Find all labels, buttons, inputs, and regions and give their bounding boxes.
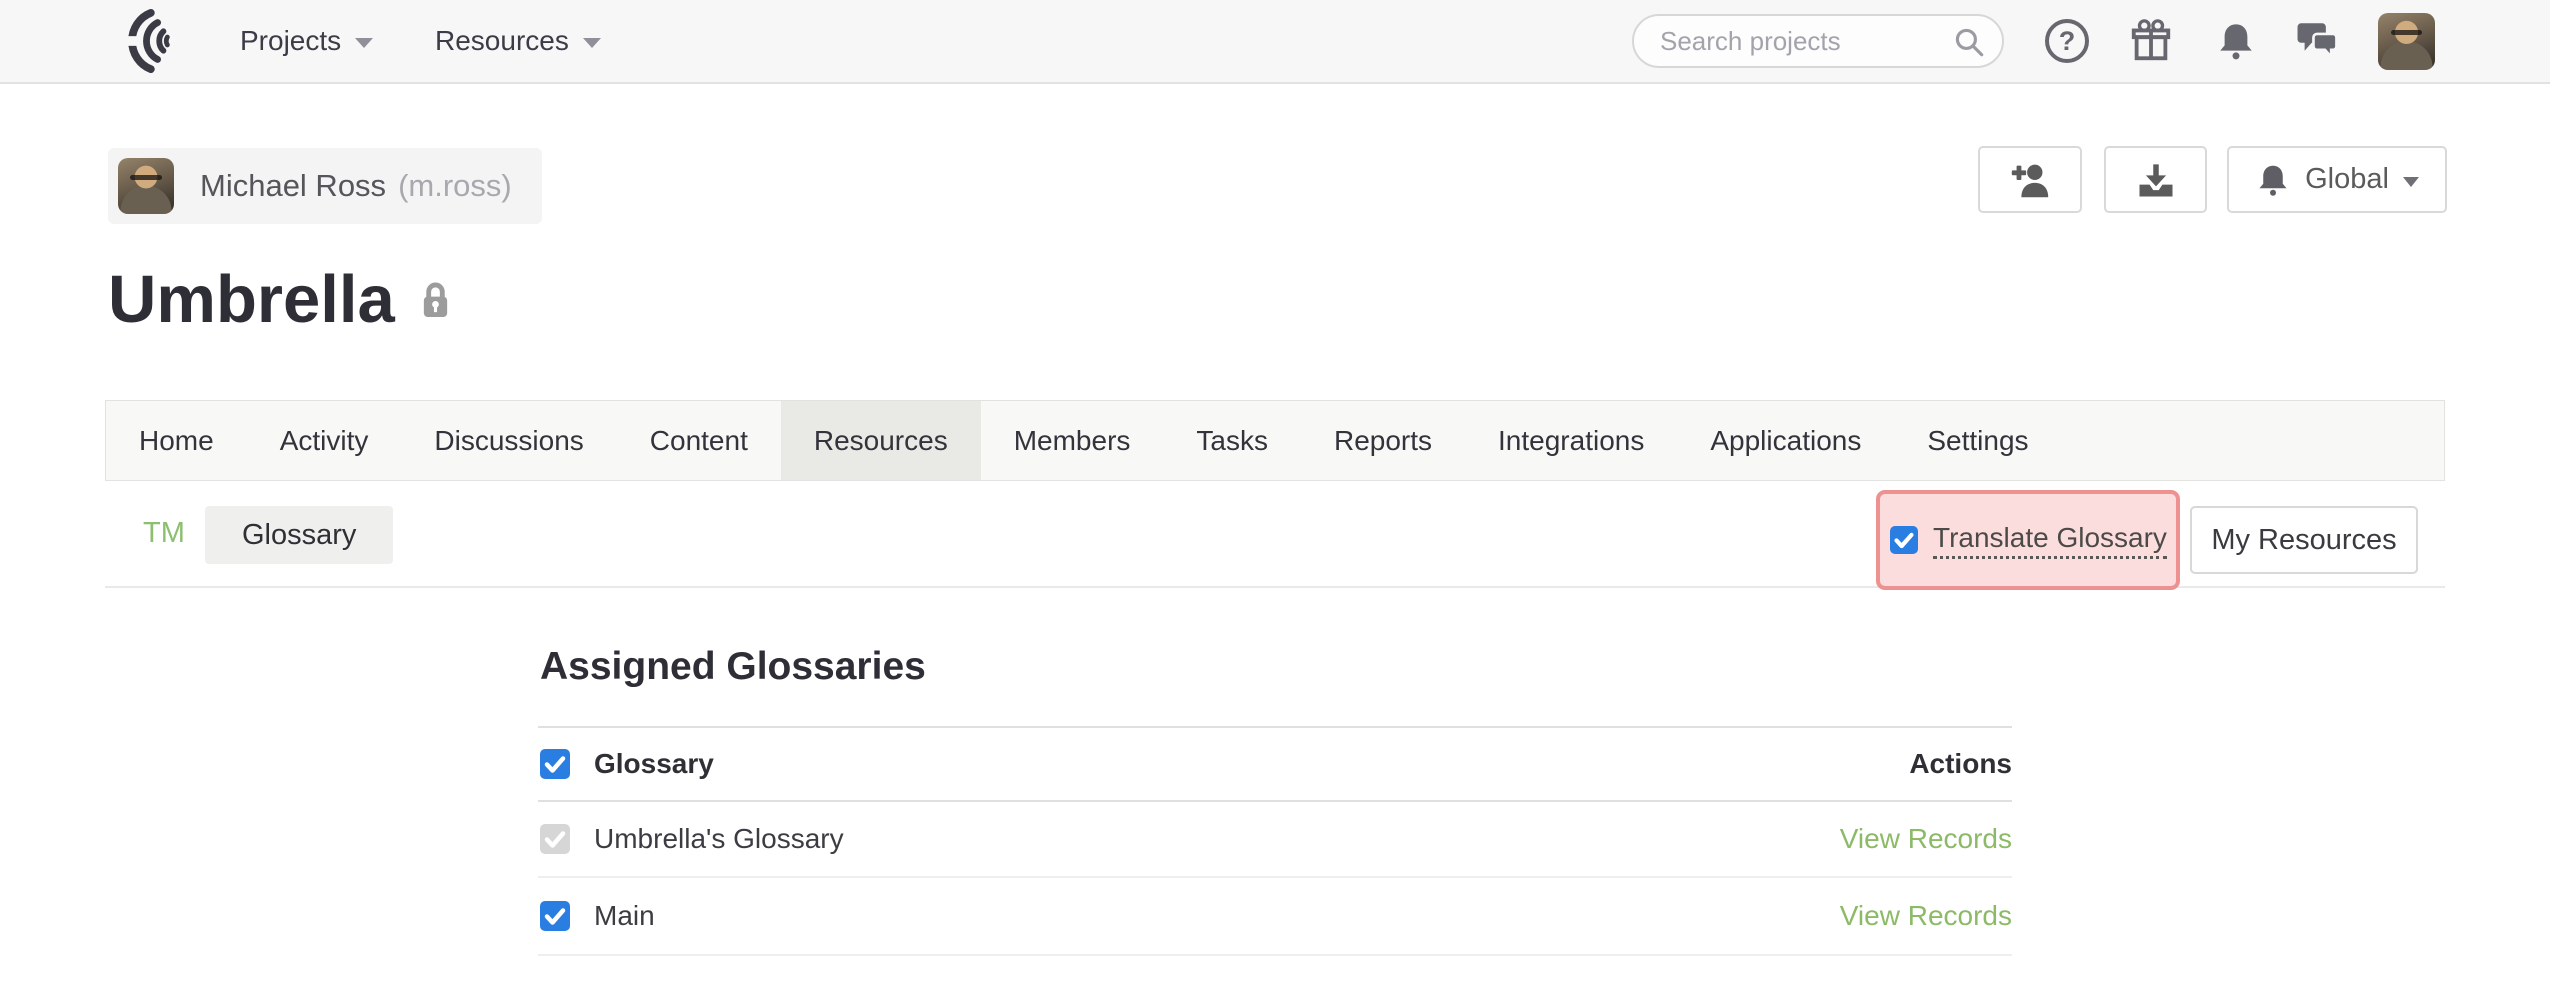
assigned-glossaries-heading: Assigned Glossaries — [540, 645, 926, 689]
notification-scope-dropdown[interactable]: Global — [2227, 146, 2447, 213]
subnav-tm-link[interactable]: TM — [143, 481, 185, 586]
tab-settings[interactable]: Settings — [1894, 401, 2061, 480]
translate-glossary-highlight: Translate Glossary — [1876, 490, 2180, 590]
search-icon[interactable] — [1952, 25, 1988, 61]
project-search — [1632, 14, 2004, 68]
title-row: Umbrella — [108, 258, 452, 342]
download-icon — [2134, 158, 2178, 202]
glossary-name: Main — [594, 900, 655, 932]
nav-resources-label: Resources — [435, 25, 569, 57]
tab-members[interactable]: Members — [981, 401, 1164, 480]
checkmark-icon — [540, 749, 570, 779]
project-tabs: Home Activity Discussions Content Resour… — [105, 400, 2445, 481]
checkmark-icon — [540, 901, 570, 931]
column-header-actions: Actions — [1909, 748, 2012, 780]
nav-projects-menu[interactable]: Projects — [240, 0, 373, 82]
project-owner-chip[interactable]: Michael Ross (m.ross) — [108, 148, 542, 224]
tab-content[interactable]: Content — [617, 401, 781, 480]
help-button[interactable]: ? — [2038, 0, 2096, 82]
nav-resources-menu[interactable]: Resources — [435, 0, 601, 82]
top-bar: Projects Resources ? — [0, 0, 2550, 84]
table-row: Umbrella's Glossary View Records — [538, 802, 2012, 878]
brand-logo-icon[interactable] — [106, 8, 184, 74]
glossary-name: Umbrella's Glossary — [594, 823, 844, 855]
translate-glossary-link[interactable]: Translate Glossary — [1933, 522, 2167, 559]
chevron-down-icon — [355, 38, 373, 48]
chevron-down-icon — [583, 38, 601, 48]
tab-resources[interactable]: Resources — [781, 401, 981, 480]
my-resources-button[interactable]: My Resources — [2190, 506, 2418, 574]
owner-name: Michael Ross — [200, 168, 386, 204]
page-title: Umbrella — [108, 258, 395, 342]
table-header-row: Glossary Actions — [538, 726, 2012, 802]
resources-subnav: TM Glossary Translate Glossary My Resour… — [105, 481, 2445, 588]
tab-discussions[interactable]: Discussions — [401, 401, 616, 480]
column-header-glossary: Glossary — [594, 748, 714, 780]
nav-projects-label: Projects — [240, 25, 341, 57]
owner-username: (m.ross) — [398, 168, 512, 204]
owner-avatar — [118, 158, 174, 214]
global-label: Global — [2305, 163, 2389, 196]
chat-icon — [2294, 18, 2340, 64]
tab-applications[interactable]: Applications — [1677, 401, 1894, 480]
checkmark-icon — [540, 824, 570, 854]
table-row: Main View Records — [538, 878, 2012, 956]
help-icon: ? — [2045, 19, 2089, 63]
tab-tasks[interactable]: Tasks — [1163, 401, 1301, 480]
bell-icon — [2215, 20, 2257, 62]
tab-activity[interactable]: Activity — [247, 401, 402, 480]
gift-icon — [2128, 18, 2174, 64]
tab-integrations[interactable]: Integrations — [1465, 401, 1677, 480]
row-checkbox-disabled — [540, 824, 570, 854]
search-input[interactable] — [1634, 16, 2002, 66]
tab-home[interactable]: Home — [106, 401, 247, 480]
tab-reports[interactable]: Reports — [1301, 401, 1465, 480]
whats-new-button[interactable] — [2122, 0, 2180, 82]
checkmark-icon — [1890, 526, 1918, 554]
select-all-checkbox[interactable] — [540, 749, 570, 779]
view-records-link[interactable]: View Records — [1840, 900, 2012, 932]
add-user-button[interactable] — [1978, 146, 2082, 213]
messages-button[interactable] — [2288, 0, 2346, 82]
glossaries-table: Glossary Actions Umbrella's Glossary Vie… — [538, 726, 2012, 956]
notifications-button[interactable] — [2207, 0, 2265, 82]
user-avatar[interactable] — [2378, 13, 2435, 70]
bell-icon — [2255, 162, 2291, 198]
view-records-link[interactable]: View Records — [1840, 823, 2012, 855]
row-checkbox[interactable] — [540, 901, 570, 931]
download-button[interactable] — [2104, 146, 2207, 213]
lock-icon — [419, 280, 452, 321]
chevron-down-icon — [2403, 177, 2419, 187]
translate-glossary-checkbox[interactable] — [1890, 526, 1918, 554]
add-user-icon — [2007, 157, 2053, 203]
subnav-glossary-tab[interactable]: Glossary — [205, 506, 393, 564]
